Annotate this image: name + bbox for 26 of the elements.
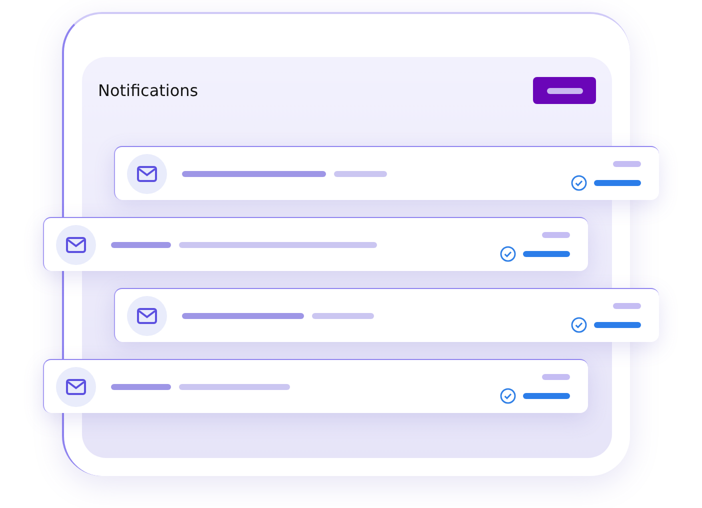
notification-card[interactable] [114, 146, 659, 200]
placeholder-bar [613, 160, 641, 166]
panel-title: Notifications [98, 81, 198, 100]
placeholder-bar [334, 170, 387, 176]
placeholder-bar [594, 180, 641, 186]
mail-icon [66, 378, 86, 394]
placeholder-bar [613, 302, 641, 308]
mail-icon [137, 308, 157, 324]
check-circle-icon [571, 316, 587, 332]
placeholder-bar [111, 384, 171, 390]
placeholder-bar [111, 242, 171, 248]
notification-card[interactable] [43, 217, 588, 271]
action-button[interactable] [533, 77, 596, 104]
placeholder-bar [542, 374, 570, 380]
notification-card[interactable] [43, 359, 588, 413]
placeholder-bar [523, 392, 570, 398]
placeholder-bar [312, 312, 374, 318]
placeholder-bar [594, 322, 641, 328]
check-circle-icon [500, 246, 516, 262]
check-circle-icon [571, 174, 587, 190]
mail-icon [137, 166, 157, 182]
placeholder-bar [523, 250, 570, 256]
mail-icon [66, 236, 86, 252]
placeholder-bar [542, 232, 570, 238]
check-circle-icon [500, 388, 516, 404]
notification-card[interactable] [114, 288, 659, 342]
